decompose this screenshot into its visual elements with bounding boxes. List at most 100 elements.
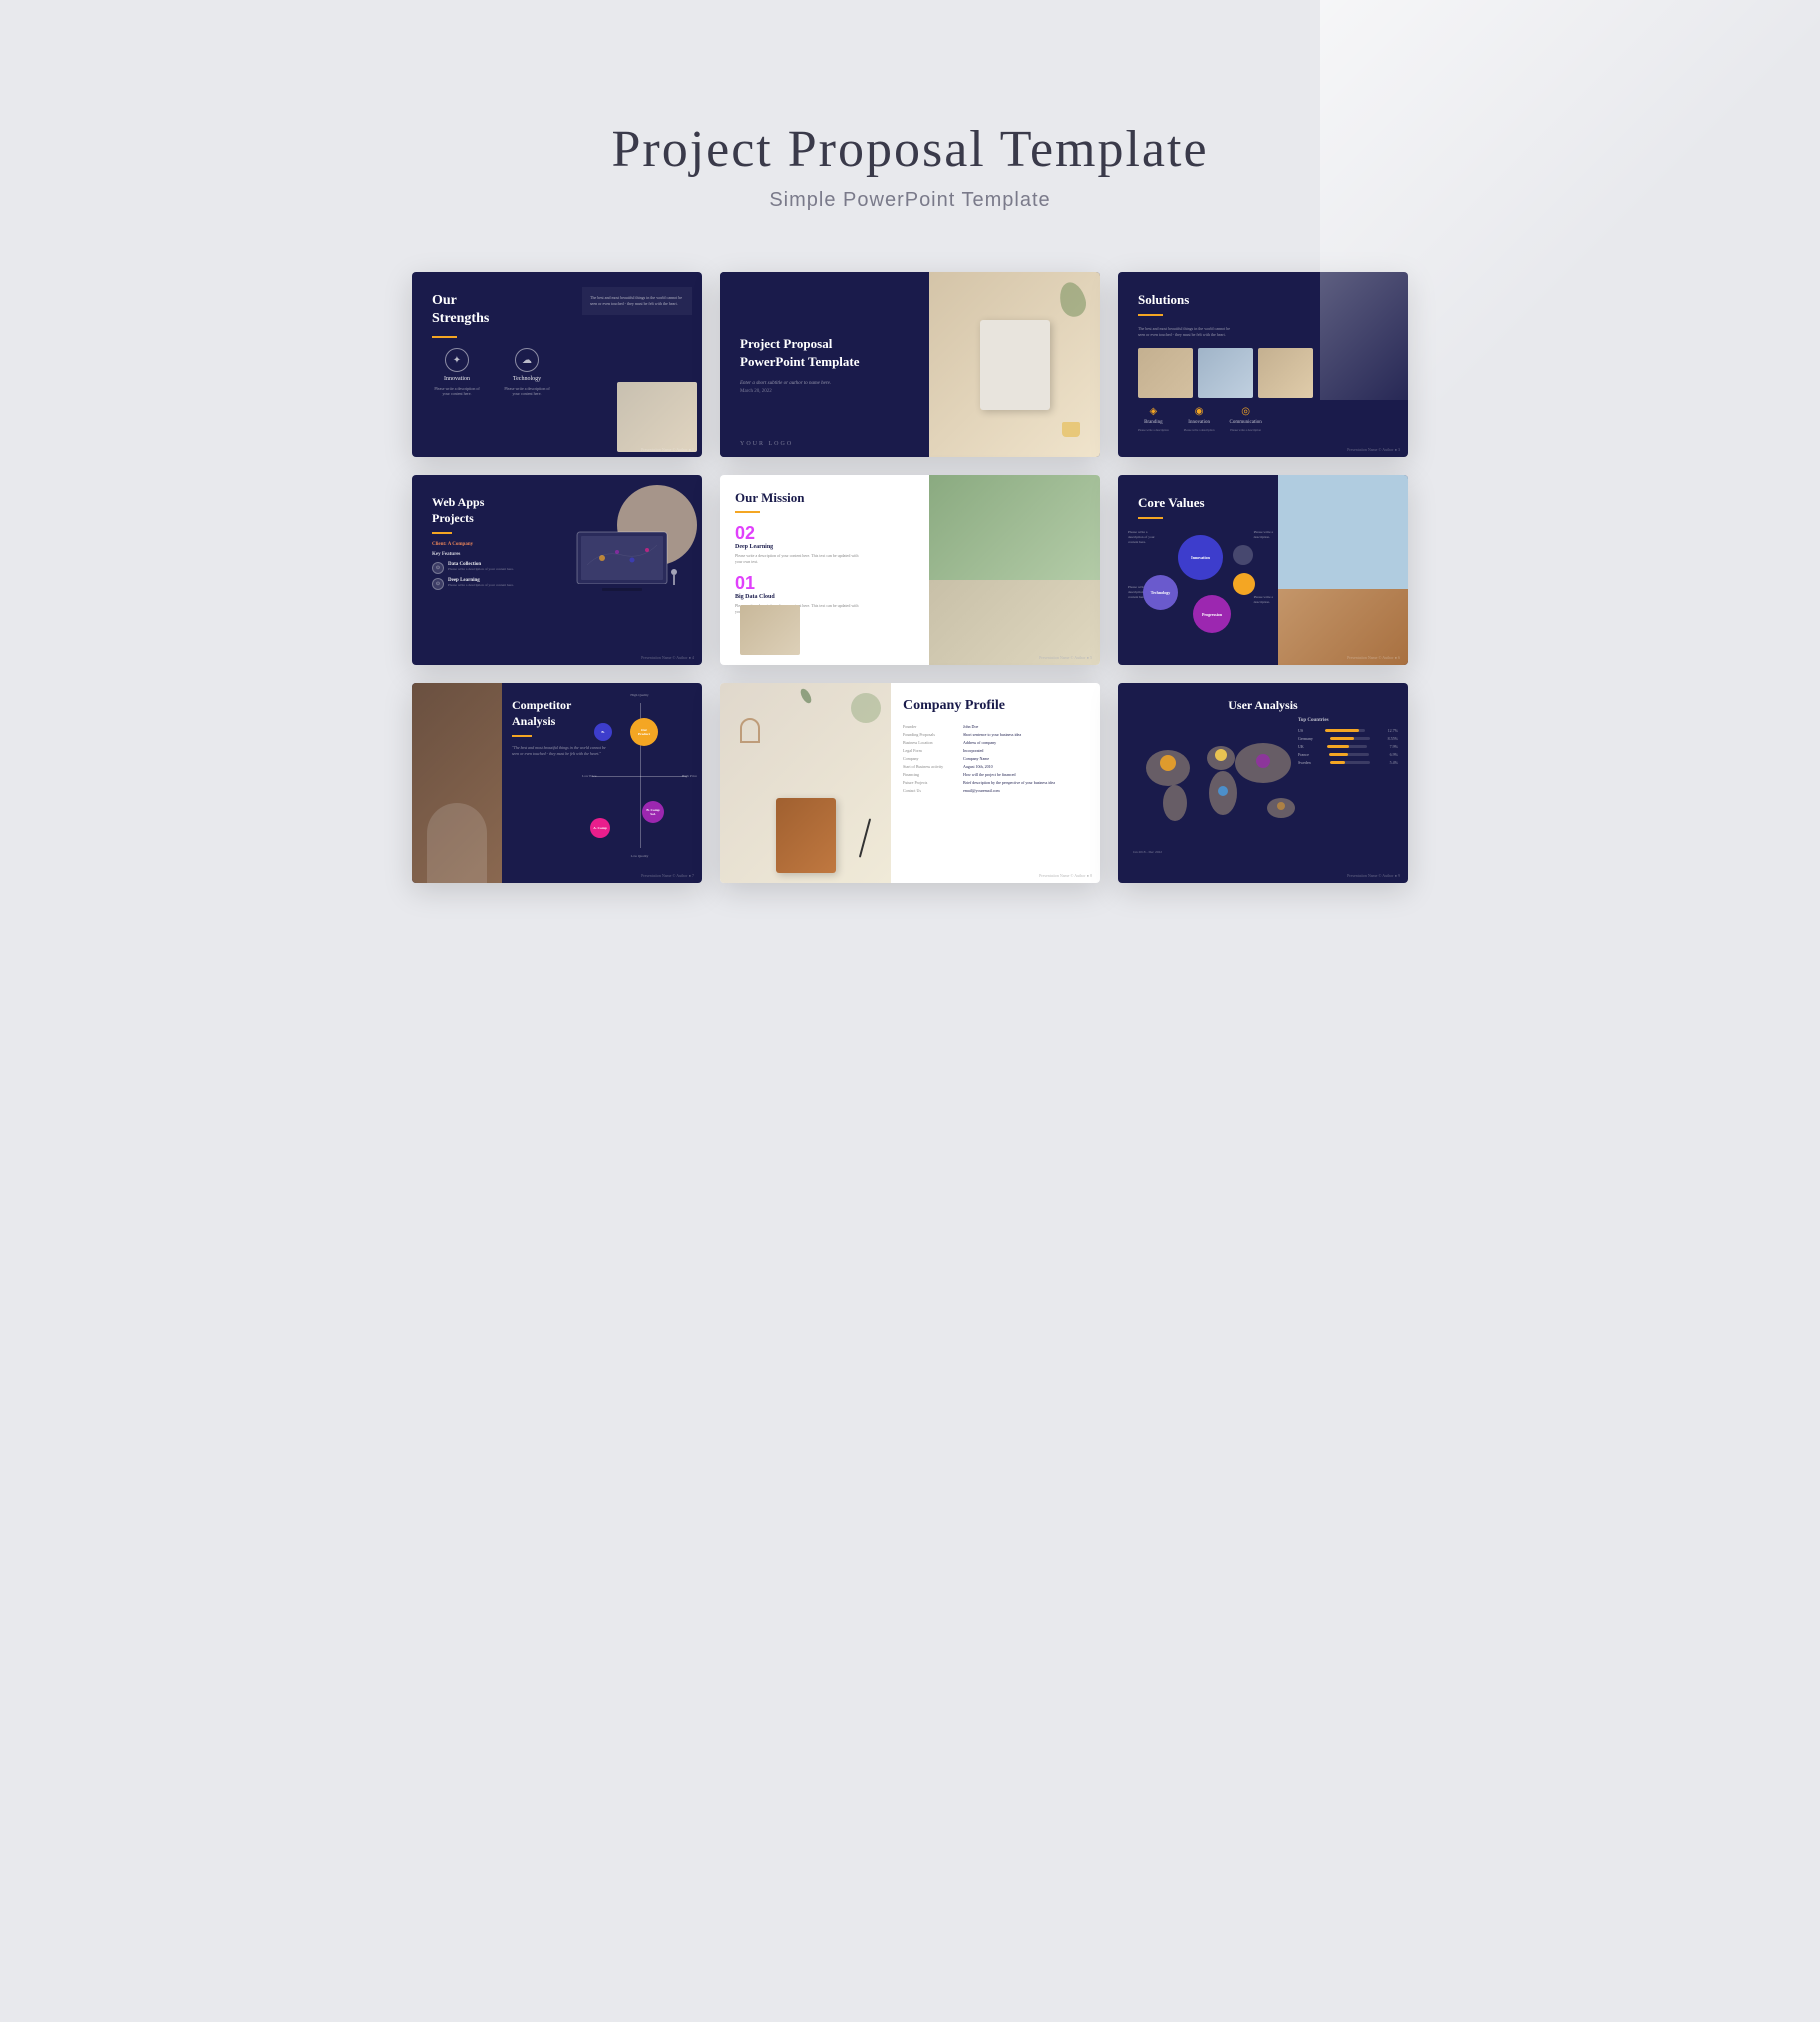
info-label: Business Location bbox=[903, 740, 958, 745]
innovation-sol-label: Innovation bbox=[1188, 420, 1210, 425]
info-label: Company bbox=[903, 756, 958, 761]
stat-row: Sweden 5.4% bbox=[1298, 760, 1398, 765]
bubble-innovation: Innovation bbox=[1178, 535, 1223, 580]
map-svg bbox=[1133, 723, 1308, 843]
axis-top-label: High Quality bbox=[630, 693, 648, 697]
feature-2-icon: ⊙ bbox=[432, 578, 444, 590]
slide-corevalues[interactable]: Core Values Please write adescription of… bbox=[1118, 475, 1408, 665]
sol-icon-communication: ◎ Communication Please write a descripti… bbox=[1230, 406, 1262, 432]
page-num-corevalues: Presentation Name © Author ● 6 bbox=[1347, 655, 1400, 660]
laptop-svg bbox=[572, 530, 672, 595]
stat-label: US bbox=[1298, 728, 1303, 733]
stats-rows: US 12.7% Germany 8.55% UK 7.9% France 6.… bbox=[1298, 728, 1398, 765]
sol-icon-branding: ◈ Branding Please write a description bbox=[1138, 406, 1169, 432]
bubble-small-2 bbox=[1233, 545, 1253, 565]
slides-wrapper: OurStrengths ✦ Innovation Please write a… bbox=[0, 272, 1820, 981]
solution-photo-2 bbox=[1198, 348, 1253, 398]
mission-title-1: Big Data Cloud bbox=[735, 594, 914, 600]
mission-photo-bottom bbox=[929, 580, 1100, 666]
bubble-competitor-extra: B. bbox=[594, 723, 612, 741]
stat-bar-fill bbox=[1325, 729, 1359, 732]
feature-1-desc: Please write a description of your conte… bbox=[448, 567, 514, 571]
cover-logo: YOUR LOGO bbox=[740, 441, 793, 447]
stat-label: France bbox=[1298, 752, 1309, 757]
coffee-cup bbox=[1062, 422, 1080, 437]
innovation-label: Innovation bbox=[444, 376, 470, 382]
slide-strengths[interactable]: OurStrengths ✦ Innovation Please write a… bbox=[412, 272, 702, 457]
stat-row: UK 7.9% bbox=[1298, 744, 1398, 749]
stat-label: Germany bbox=[1298, 736, 1313, 741]
stat-bar-bg bbox=[1330, 737, 1370, 740]
stat-pct: 5.4% bbox=[1390, 760, 1398, 765]
competitor-underline bbox=[512, 735, 532, 737]
page-title: Project Proposal Template bbox=[0, 0, 1820, 179]
info-label: Start of Business activity bbox=[903, 764, 958, 769]
stat-row: Germany 8.55% bbox=[1298, 736, 1398, 741]
branding-label: Branding bbox=[1144, 420, 1163, 425]
plant-decoration bbox=[851, 693, 881, 723]
page-num-strengths: Presentation Name © Author ● 1 bbox=[641, 447, 694, 452]
mission-right bbox=[929, 475, 1100, 665]
technology-icon: ☁ bbox=[515, 348, 539, 372]
info-label: Founding Proposals bbox=[903, 732, 958, 737]
stat-bar-bg bbox=[1325, 729, 1365, 732]
profile-info-row: Contact Usemail@youremail.com bbox=[903, 788, 1088, 793]
icon-technology: ☁ Technology Please write a description … bbox=[502, 348, 552, 396]
stat-row: US 12.7% bbox=[1298, 728, 1398, 733]
cv-label-4: Please write adescription. bbox=[1254, 595, 1273, 605]
solutions-photos bbox=[1138, 348, 1388, 398]
innovation-sol-desc: Please write a description bbox=[1184, 428, 1215, 432]
solutions-icons: ◈ Branding Please write a description ◉ … bbox=[1138, 406, 1388, 432]
mission-underline bbox=[735, 511, 760, 513]
info-label: Founder bbox=[903, 724, 958, 729]
profile-info-row: CompanyCompany Name bbox=[903, 756, 1088, 761]
slide-competitor[interactable]: CompetitorAnalysis "The best and most be… bbox=[412, 683, 702, 883]
cover-title: Project ProposalPowerPoint Template bbox=[740, 335, 909, 371]
bubble-technology: Technology bbox=[1143, 575, 1178, 610]
slide-cover[interactable]: Project ProposalPowerPoint Template Ente… bbox=[720, 272, 1100, 457]
info-value: How will the project be financed bbox=[963, 772, 1016, 777]
stat-pct: 8.55% bbox=[1388, 736, 1398, 741]
stat-bar-fill bbox=[1330, 761, 1345, 764]
solutions-underline bbox=[1138, 314, 1163, 316]
cover-left: Project ProposalPowerPoint Template Ente… bbox=[720, 272, 929, 457]
slide-solutions[interactable]: Solutions The best and most beautiful th… bbox=[1118, 272, 1408, 457]
mission-num-1: 01 bbox=[735, 573, 914, 594]
page-num-solutions: Presentation Name © Author ● 3 bbox=[1347, 447, 1400, 452]
slide-row-1: OurStrengths ✦ Innovation Please write a… bbox=[80, 272, 1740, 457]
icon-innovation: ✦ Innovation Please write a description … bbox=[432, 348, 482, 396]
laptop-area bbox=[567, 485, 697, 595]
stat-bar-bg bbox=[1327, 745, 1367, 748]
cv-photo-bottom bbox=[1278, 589, 1408, 665]
stat-row: France 6.9% bbox=[1298, 752, 1398, 757]
info-value: email@youremail.com bbox=[963, 788, 1000, 793]
slide-profile[interactable]: Company Profile FounderJohn DoeFounding … bbox=[720, 683, 1100, 883]
innovation-sol-icon: ◉ bbox=[1195, 406, 1204, 417]
stats-area: Top Countries US 12.7% Germany 8.55% UK … bbox=[1298, 718, 1398, 768]
stat-pct: 6.9% bbox=[1390, 752, 1398, 757]
slide-mission[interactable]: Our Mission 02 Deep Learning Please writ… bbox=[720, 475, 1100, 665]
solutions-body: The best and most beautiful things in th… bbox=[1138, 326, 1238, 338]
corevalues-photo bbox=[1278, 475, 1408, 665]
slide-webapps[interactable]: Web AppsProjects Client: A Company Key F… bbox=[412, 475, 702, 665]
stats-title: Top Countries bbox=[1298, 718, 1398, 723]
leaf-top bbox=[791, 688, 821, 708]
page-subtitle: Simple PowerPoint Template bbox=[0, 189, 1820, 212]
innovation-desc: Please write a description of your conte… bbox=[432, 386, 482, 396]
stat-label: Sweden bbox=[1298, 760, 1311, 765]
mission-small-photo bbox=[740, 605, 800, 655]
profile-title: Company Profile bbox=[903, 698, 1088, 714]
slide-useranalysis[interactable]: User Analysis bbox=[1118, 683, 1408, 883]
info-value: Brief description by the perspective of … bbox=[963, 780, 1055, 785]
solutions-title: Solutions bbox=[1138, 292, 1388, 308]
map-time-labels: Jan 2018 - Dec 2022 bbox=[1133, 850, 1308, 854]
info-value: Short sentence to your business idea bbox=[963, 732, 1021, 737]
profile-info-table: FounderJohn DoeFounding ProposalsShort s… bbox=[903, 724, 1088, 793]
solution-photo-1 bbox=[1138, 348, 1193, 398]
sol-icon-innovation: ◉ Innovation Please write a description bbox=[1184, 406, 1215, 432]
profile-info-row: FinancingHow will the project be finance… bbox=[903, 772, 1088, 777]
communication-desc: Please write a description bbox=[1230, 428, 1261, 432]
mission-title-2: Deep Learning bbox=[735, 544, 914, 550]
bubble-progression: Progression bbox=[1193, 595, 1231, 633]
info-value: August 10th, 2010 bbox=[963, 764, 993, 769]
